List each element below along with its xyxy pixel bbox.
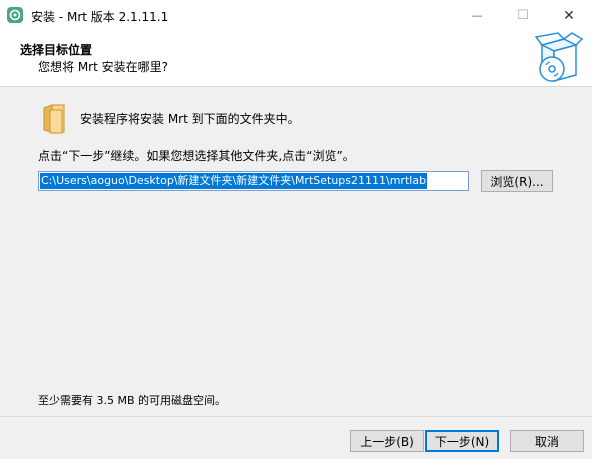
- close-button[interactable]: ✕: [546, 0, 592, 31]
- next-button[interactable]: 下一步(N): [425, 430, 499, 452]
- install-box-cd-icon: [530, 31, 586, 90]
- footer-divider: [0, 416, 592, 417]
- wizard-header: 选择目标位置 您想将 Mrt 安装在哪里?: [0, 31, 592, 87]
- page-title: 选择目标位置: [20, 43, 93, 57]
- close-icon: ✕: [563, 7, 575, 24]
- intro-text: 安装程序将安装 Mrt 到下面的文件夹中。: [80, 112, 300, 126]
- window-title: 安装 - Mrt 版本 2.1.11.1: [31, 10, 169, 24]
- minimize-button[interactable]: —: [454, 0, 500, 31]
- app-icon: [7, 7, 23, 23]
- folder-icon: [40, 102, 68, 137]
- title-bar: 安装 - Mrt 版本 2.1.11.1 — ☐ ✕: [0, 0, 592, 31]
- page-subtitle: 您想将 Mrt 安装在哪里?: [38, 60, 168, 74]
- instruction-text: 点击“下一步”继续。如果您想选择其他文件夹,点击“浏览”。: [38, 149, 355, 163]
- maximize-button[interactable]: ☐: [500, 0, 546, 31]
- browse-button[interactable]: 浏览(R)...: [481, 170, 553, 192]
- cancel-button[interactable]: 取消: [510, 430, 584, 452]
- minimize-icon: —: [471, 9, 483, 22]
- install-path-value: C:\Users\aoguo\Desktop\新建文件夹\新建文件夹\MrtSe…: [40, 173, 428, 189]
- install-path-input[interactable]: C:\Users\aoguo\Desktop\新建文件夹\新建文件夹\MrtSe…: [38, 171, 469, 191]
- maximize-icon: ☐: [517, 8, 529, 23]
- disk-space-text: 至少需要有 3.5 MB 的可用磁盘空间。: [38, 394, 227, 407]
- back-button[interactable]: 上一步(B): [350, 430, 424, 452]
